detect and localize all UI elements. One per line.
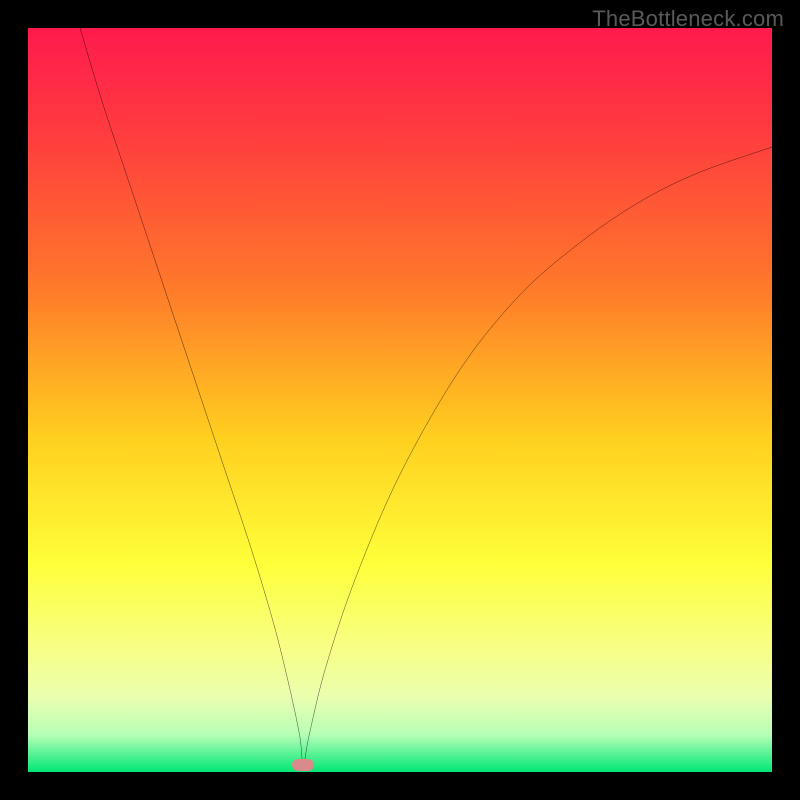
plot-area	[28, 28, 772, 772]
bottleneck-curve	[28, 28, 772, 772]
minimum-marker	[292, 759, 314, 771]
chart-frame: TheBottleneck.com	[0, 0, 800, 800]
watermark-text: TheBottleneck.com	[592, 6, 784, 32]
